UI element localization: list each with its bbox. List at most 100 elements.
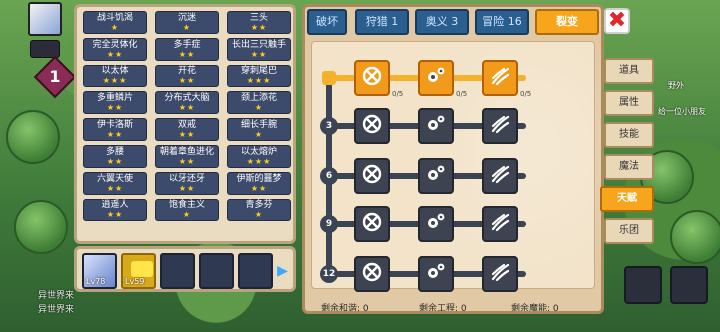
title-item[interactable]: 完全灵体化 ★★	[83, 37, 147, 61]
gear-icon	[424, 260, 448, 288]
star-rating: ★★	[178, 130, 196, 140]
empty-character-slot[interactable]	[160, 253, 196, 289]
star-rating: ★★	[178, 156, 196, 166]
title-name: 青多芬	[245, 200, 273, 211]
star-rating: ★★	[106, 103, 124, 113]
side-item-items[interactable]: 道具	[604, 58, 654, 84]
title-name: 双戒	[177, 120, 196, 131]
title-name: 多腰	[105, 146, 124, 157]
talent-progress-count: 0/5	[520, 90, 532, 98]
title-name: 长出三只触手	[231, 39, 286, 50]
title-item[interactable]: 三头 ★★	[227, 11, 291, 34]
sword-icon[interactable]	[624, 266, 662, 304]
title-item[interactable]: 双戒 ★★	[155, 118, 219, 141]
title-name: 饱食主义	[168, 200, 205, 211]
empty-character-slot[interactable]	[199, 253, 235, 289]
title-item[interactable]: 穿刺尾巴 ★★★	[227, 64, 291, 88]
character-slot[interactable]: Lv78	[82, 253, 118, 289]
side-menu: 道具 属性 技能 魔法 天赋 乐团	[600, 58, 656, 250]
title-item[interactable]: 颈上添花 ★	[227, 91, 291, 115]
title-item[interactable]: 开花 ★★	[155, 64, 219, 88]
close-button[interactable]: ✖	[604, 8, 630, 34]
gear-icon	[424, 210, 448, 238]
tab-adventure[interactable]: 冒险 16	[475, 9, 529, 35]
tab-destroy[interactable]: 破坏	[307, 9, 347, 35]
chat-line: 异世界来	[38, 305, 75, 315]
link-icon	[360, 64, 384, 92]
character-slot[interactable]: Lv59	[121, 253, 157, 289]
talent-node[interactable]	[482, 206, 518, 242]
title-item[interactable]: 战斗饥渴 ★	[83, 11, 147, 34]
talent-node[interactable]	[482, 108, 518, 144]
title-item[interactable]: 多腰 ★★	[83, 144, 147, 168]
talent-progress-count: 0/5	[392, 90, 404, 98]
title-item[interactable]: 多手症 ★★	[155, 37, 219, 61]
title-item[interactable]: 青多芬 ★	[227, 198, 291, 222]
star-rating: ★★	[106, 183, 124, 193]
side-item-skills[interactable]: 技能	[604, 122, 654, 148]
title-name: 以太体	[101, 66, 129, 77]
tab-mystery[interactable]: 奥义 3	[415, 9, 469, 35]
bow-icon[interactable]	[670, 266, 708, 304]
star-rating: ★★	[250, 183, 268, 193]
talent-node[interactable]	[418, 158, 454, 194]
title-name: 以牙还牙	[168, 173, 205, 184]
talent-node[interactable]	[482, 60, 518, 96]
star-rating: ★★	[106, 49, 124, 59]
title-item[interactable]: 沉迷 ★	[155, 11, 219, 34]
star-rating: ★★	[106, 210, 124, 220]
talent-node[interactable]	[418, 108, 454, 144]
title-item[interactable]: 饱食主义 ★	[155, 198, 219, 222]
title-item[interactable]: 以太体 ★★★	[83, 64, 147, 88]
title-item[interactable]: 朝着章鱼进化 ★★	[155, 144, 219, 168]
side-item-magic[interactable]: 魔法	[604, 154, 654, 180]
title-item[interactable]: 多重鳞片 ★★	[83, 91, 147, 115]
title-name: 多手症	[173, 39, 201, 50]
title-name: 完全灵体化	[92, 39, 138, 50]
title-name: 朝着章鱼进化	[159, 146, 214, 157]
claw-icon	[488, 260, 512, 288]
title-name: 三头	[249, 12, 268, 23]
talent-node[interactable]	[482, 256, 518, 292]
title-item[interactable]: 以太熔炉 ★★★	[227, 144, 291, 168]
close-icon: ✖	[607, 8, 627, 33]
talent-node[interactable]	[418, 206, 454, 242]
title-item[interactable]: 细长手腕 ★	[227, 118, 291, 141]
title-name: 多重鳞片	[96, 93, 133, 104]
star-rating: ★★	[178, 183, 196, 193]
talent-node[interactable]	[354, 206, 390, 242]
side-item-attributes[interactable]: 属性	[604, 90, 654, 116]
tab-hunt[interactable]: 狩猎 1	[355, 9, 409, 35]
talent-node[interactable]	[354, 60, 390, 96]
title-item[interactable]: 长出三只触手 ★★	[227, 37, 291, 61]
tab-fission[interactable]: 裂变	[535, 9, 599, 35]
gear-icon	[424, 112, 448, 140]
talent-node[interactable]	[482, 158, 518, 194]
talent-node[interactable]	[354, 256, 390, 292]
chevron-right-icon[interactable]: ▶	[277, 253, 288, 289]
remaining-magic: 剩余魔能: 0	[511, 304, 559, 314]
title-item[interactable]: 以牙还牙 ★★	[155, 171, 219, 195]
talent-node[interactable]	[418, 256, 454, 292]
claw-icon	[488, 64, 512, 92]
player-avatar[interactable]	[28, 2, 62, 36]
title-name: 穿刺尾巴	[240, 66, 277, 77]
title-item[interactable]: 六翼天使 ★★	[83, 171, 147, 195]
tree	[6, 110, 60, 164]
title-item[interactable]: 逍遥人 ★★	[83, 198, 147, 222]
talent-node[interactable]	[418, 60, 454, 96]
character-level: Lv78	[86, 277, 106, 286]
titles-panel[interactable]: 战斗饥渴 ★ 沉迷 ★ 三头 ★★ 完全灵体化 ★★ 多手症 ★★ 长出三只触手 ★★ 以太体 ★★★ 开花…	[74, 4, 296, 244]
side-item-band[interactable]: 乐团	[604, 218, 654, 244]
star-rating: ★★	[250, 49, 268, 59]
title-item[interactable]: 分布式大脑 ★★	[155, 91, 219, 115]
talent-node[interactable]	[354, 158, 390, 194]
link-icon	[360, 210, 384, 238]
empty-character-slot[interactable]	[238, 253, 274, 289]
title-item[interactable]: 伊卡洛斯 ★★	[83, 118, 147, 141]
title-item[interactable]: 伊斯的噩梦 ★★	[227, 171, 291, 195]
talent-node[interactable]	[354, 108, 390, 144]
titles-grid: 战斗饥渴 ★ 沉迷 ★ 三头 ★★ 完全灵体化 ★★ 多手症 ★★ 长出三只触手 ★★ 以太体 ★★★ 开花…	[83, 11, 291, 222]
star-rating: ★	[254, 103, 264, 113]
side-item-talent[interactable]: 天赋	[600, 186, 654, 212]
